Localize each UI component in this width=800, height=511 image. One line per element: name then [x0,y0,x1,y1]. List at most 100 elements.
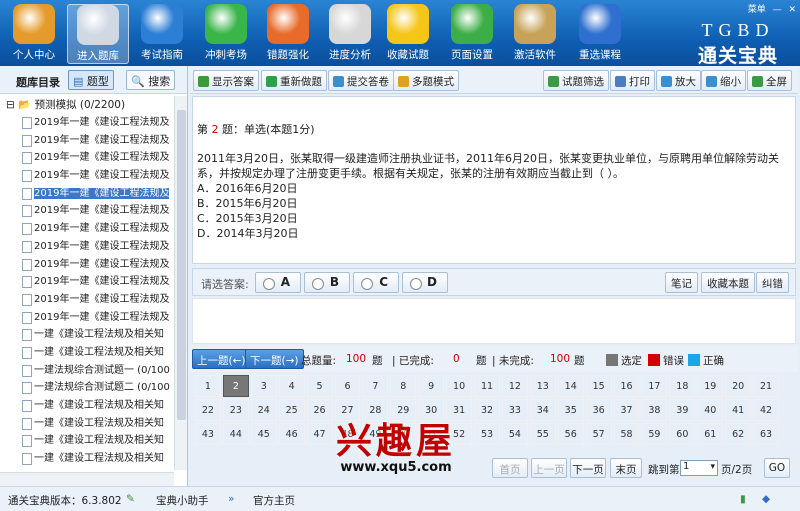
menu-button[interactable]: 菜单 [748,5,766,15]
answer-c-button[interactable]: C [353,272,399,293]
question-cell[interactable]: 41 [725,399,752,421]
question-cell[interactable]: 15 [585,375,612,397]
next-question-button[interactable]: 下一题(→) [245,349,304,369]
nav-item-7[interactable]: 收藏试题 [377,4,439,64]
redo-button[interactable]: 重新做题 [261,70,327,91]
nav-item-10[interactable]: 重选课程 [569,4,631,64]
question-cell[interactable]: 2 [222,375,249,397]
question-cell[interactable]: 45 [250,423,277,445]
question-cell[interactable]: 34 [529,399,556,421]
note-button[interactable]: 笔记 [665,272,698,293]
tree-item[interactable]: 一建《建设工程法规及相关知 [0,344,174,362]
collapse-icon[interactable]: ⊟ [6,99,15,111]
question-cell[interactable]: 47 [306,423,333,445]
question-cell[interactable]: 44 [222,423,249,445]
go-button[interactable]: GO [764,458,790,478]
tree-item[interactable]: 2019年一建《建设工程法规及 [0,291,174,309]
question-cell[interactable]: 1 [195,375,221,397]
nav-item-9[interactable]: 激活软件 [504,4,566,64]
nav-item-4[interactable]: 冲刺考场 [195,4,257,64]
question-cell[interactable]: 12 [501,375,528,397]
tree-item[interactable]: 2019年一建《建设工程法规及 [0,185,174,203]
question-cell[interactable]: 18 [669,375,696,397]
sidebar-vertical-scrollbar[interactable] [174,96,187,470]
tree-item[interactable]: 2019年一建《建设工程法规及 [0,132,174,150]
question-cell[interactable]: 37 [613,399,640,421]
tree-root[interactable]: ⊟ 📂 预测模拟 (0/2200) [0,96,174,114]
nav-item-8[interactable]: 页面设置 [441,4,503,64]
answer-a-button[interactable]: A [255,272,301,293]
tree-item[interactable]: 一建《建设工程法规及相关知 [0,432,174,450]
question-cell[interactable]: 23 [222,399,249,421]
nav-item-1[interactable]: 个人中心 [3,4,65,64]
tree-item[interactable]: 一建《建设工程法规及相关知 [0,468,174,470]
tree-item[interactable]: 2019年一建《建设工程法规及 [0,238,174,256]
question-cell[interactable]: 26 [306,399,333,421]
question-cell[interactable]: 53 [474,423,500,445]
assistant-link[interactable]: 宝典小助手 [156,493,209,508]
question-cell[interactable]: 32 [474,399,500,421]
tree-item[interactable]: 一建法规综合测试题二 (0/100 [0,379,174,397]
page-select[interactable]: 1 [680,460,718,476]
close-icon[interactable]: ✕ [788,5,796,15]
tree-item[interactable]: 一建《建设工程法规及相关知 [0,450,174,468]
nav-item-2[interactable]: 进入题库 [67,4,129,64]
question-cell[interactable]: 59 [641,423,668,445]
nav-item-5[interactable]: 错题强化 [257,4,319,64]
scrollbar-thumb[interactable] [177,110,186,420]
minimize-icon[interactable]: — [773,5,782,15]
question-cell[interactable]: 63 [753,423,779,445]
tree-item[interactable]: 一建法规综合测试题一 (0/100 [0,362,174,380]
zoom-out-button[interactable]: 缩小 [701,70,746,91]
first-page-button[interactable]: 首页 [492,458,528,478]
question-cell[interactable]: 43 [195,423,221,445]
multi-mode-button[interactable]: 多题模式 [393,70,459,91]
show-answer-button[interactable]: 显示答案 [193,70,259,91]
question-cell[interactable]: 13 [529,375,556,397]
question-cell[interactable]: 10 [446,375,473,397]
question-cell[interactable]: 24 [250,399,277,421]
question-cell[interactable]: 4 [278,375,305,397]
answer-d-button[interactable]: D [402,272,448,293]
question-cell[interactable]: 40 [697,399,724,421]
question-cell[interactable]: 35 [557,399,584,421]
question-cell[interactable]: 39 [669,399,696,421]
question-cell[interactable]: 9 [418,375,445,397]
question-cell[interactable]: 16 [613,375,640,397]
tree-item[interactable]: 一建《建设工程法规及相关知 [0,326,174,344]
question-cell[interactable]: 14 [557,375,584,397]
question-cell[interactable]: 36 [585,399,612,421]
question-cell[interactable]: 6 [334,375,361,397]
tree-item[interactable]: 2019年一建《建设工程法规及 [0,114,174,132]
question-cell[interactable]: 42 [753,399,779,421]
type-button[interactable]: ▤ 题型 [68,70,114,90]
nav-item-6[interactable]: 进度分析 [319,4,381,64]
question-cell[interactable]: 17 [641,375,668,397]
tree-item[interactable]: 一建《建设工程法规及相关知 [0,397,174,415]
nav-item-3[interactable]: 考试指南 [131,4,193,64]
tree-item[interactable]: 2019年一建《建设工程法规及 [0,256,174,274]
question-cell[interactable]: 11 [474,375,500,397]
tree-item[interactable]: 一建《建设工程法规及相关知 [0,415,174,433]
tree-item[interactable]: 2019年一建《建设工程法规及 [0,273,174,291]
question-cell[interactable]: 21 [753,375,779,397]
print-button[interactable]: 打印 [610,70,655,91]
search-button[interactable]: 🔍 搜索 [126,70,176,90]
question-cell[interactable]: 7 [362,375,389,397]
question-cell[interactable]: 20 [725,375,752,397]
question-cell[interactable]: 56 [557,423,584,445]
question-cell[interactable]: 55 [529,423,556,445]
question-cell[interactable]: 19 [697,375,724,397]
tree-item[interactable]: 2019年一建《建设工程法规及 [0,202,174,220]
report-error-button[interactable]: 纠错 [756,272,789,293]
question-cell[interactable]: 61 [697,423,724,445]
question-cell[interactable]: 22 [195,399,221,421]
prev-question-button[interactable]: 上一题(←) [192,349,251,369]
tree-item[interactable]: 2019年一建《建设工程法规及 [0,167,174,185]
tree-item[interactable]: 2019年一建《建设工程法规及 [0,220,174,238]
next-page-button[interactable]: 下一页 [570,458,606,478]
submit-button[interactable]: 提交答卷 [328,70,394,91]
prev-page-button[interactable]: 上一页 [531,458,567,478]
question-cell[interactable]: 54 [501,423,528,445]
question-cell[interactable]: 38 [641,399,668,421]
